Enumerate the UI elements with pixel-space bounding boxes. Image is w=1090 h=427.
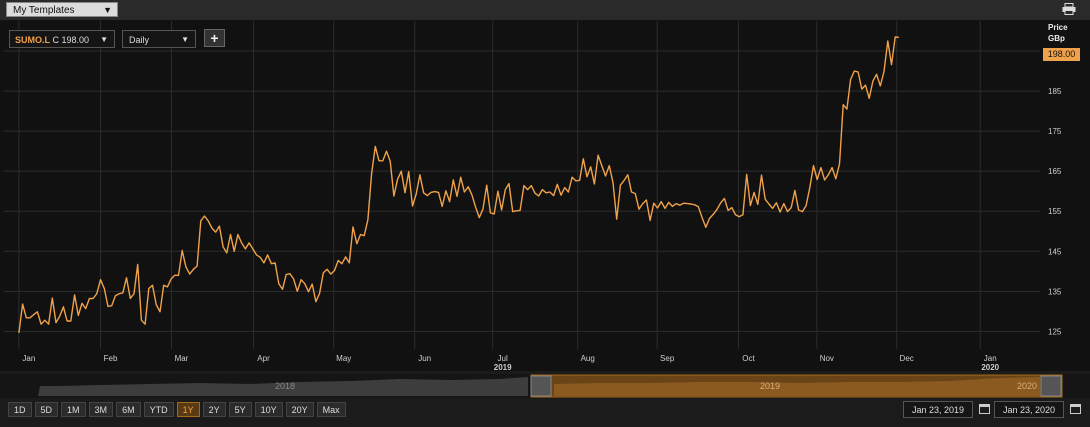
x-tick-label: Mar — [175, 354, 189, 363]
x-tick-label: Jan — [984, 354, 997, 363]
print-icon[interactable] — [1062, 3, 1076, 15]
x-tick-label: Oct — [742, 354, 755, 363]
chevron-down-icon: ▼ — [181, 35, 189, 44]
y-tick-label: 145 — [1048, 247, 1062, 256]
chevron-down-icon: ▼ — [103, 5, 112, 15]
y-tick-label: 135 — [1048, 287, 1062, 296]
y-tick-label: 155 — [1048, 207, 1062, 216]
navigator-right-handle[interactable] — [1040, 375, 1062, 397]
interval-label: Daily — [129, 35, 150, 45]
navigator-label-2019: 2019 — [760, 381, 780, 391]
navigator-graphic[interactable]: 2018 2019 2020 — [0, 374, 1090, 398]
close-value: 198.00 — [61, 35, 90, 45]
range-button-20y[interactable]: 20Y — [285, 402, 314, 417]
close-prefix: C — [52, 35, 60, 45]
y-tick-label: 175 — [1048, 127, 1062, 136]
range-button-2y[interactable]: 2Y — [202, 402, 226, 417]
add-series-button[interactable]: + — [204, 29, 225, 47]
end-date-field[interactable]: Jan 23, 2020 — [994, 401, 1064, 418]
last-price-flag: 198.00 — [1043, 48, 1080, 61]
price-unit-label: GBp — [1048, 34, 1065, 43]
price-chart[interactable]: Jan Feb Mar Apr May Jun Jul Aug Sep Oct Nov Dec Jan2… — [0, 21, 1090, 371]
range-button-group: 1D 5D 1M 3M 6M YTD 1Y 2Y 5Y 10Y 20Y Max — [8, 402, 346, 417]
x-tick-label: Jun — [418, 354, 431, 363]
x-tick-label: Aug — [581, 354, 595, 363]
instrument-symbol: SUMO.L — [15, 35, 50, 45]
range-button-max[interactable]: Max — [316, 402, 346, 417]
range-button-6m[interactable]: 6M — [116, 402, 141, 417]
plot-area[interactable]: Jan Feb Mar Apr May Jun Jul Aug Sep Oct Nov Dec Jan 2… — [0, 21, 1090, 371]
calendar-icon[interactable] — [979, 403, 990, 414]
x-tick-label: May — [336, 354, 351, 363]
interval-dropdown[interactable]: Daily ▼ — [122, 30, 196, 48]
x-tick-label: Apr — [257, 354, 270, 363]
y-axis: 125135145155165175185195 — [1048, 47, 1062, 336]
navigator-label-2020: 2020 — [1017, 381, 1037, 391]
x-tick-label: Feb — [104, 354, 118, 363]
top-toolbar: My Templates ▼ — [0, 0, 1090, 21]
range-button-1y[interactable]: 1Y — [176, 402, 200, 417]
range-button-5d[interactable]: 5D — [34, 402, 59, 417]
chevron-down-icon: ▼ — [100, 35, 108, 44]
navigator-label-2018: 2018 — [275, 381, 295, 391]
x-year-label: 2020 — [981, 363, 999, 371]
range-button-10y[interactable]: 10Y — [254, 402, 283, 417]
x-tick-label: Sep — [660, 354, 675, 363]
y-tick-label: 125 — [1048, 327, 1062, 336]
x-tick-label: Jan — [22, 354, 35, 363]
range-button-1m[interactable]: 1M — [61, 402, 86, 417]
range-button-1d[interactable]: 1D — [8, 402, 32, 417]
range-button-5y[interactable]: 5Y — [228, 402, 252, 417]
templates-dropdown[interactable]: My Templates ▼ — [6, 2, 118, 17]
instrument-selector[interactable]: SUMO.L C 198.00 ▼ — [9, 30, 115, 48]
x-year-label: 2019 — [494, 363, 512, 371]
y-tick-label: 185 — [1048, 87, 1062, 96]
calendar-icon[interactable] — [1070, 403, 1081, 414]
x-tick-label: Dec — [900, 354, 914, 363]
navigator-left-handle[interactable] — [530, 375, 552, 397]
start-date-field[interactable]: Jan 23, 2019 — [903, 401, 973, 418]
range-navigator[interactable]: 2018 2019 2020 — [0, 374, 1090, 398]
x-tick-label: Nov — [820, 354, 834, 363]
price-axis-title: Price — [1048, 23, 1068, 32]
templates-dropdown-label: My Templates — [13, 5, 75, 16]
range-button-3m[interactable]: 3M — [88, 402, 114, 417]
range-button-ytd[interactable]: YTD — [143, 402, 174, 417]
x-axis: Jan Feb Mar Apr May Jun Jul Aug Sep Oct Nov Dec Jan2… — [22, 354, 999, 371]
y-tick-label: 165 — [1048, 167, 1062, 176]
x-tick-label: Jul — [498, 354, 508, 363]
